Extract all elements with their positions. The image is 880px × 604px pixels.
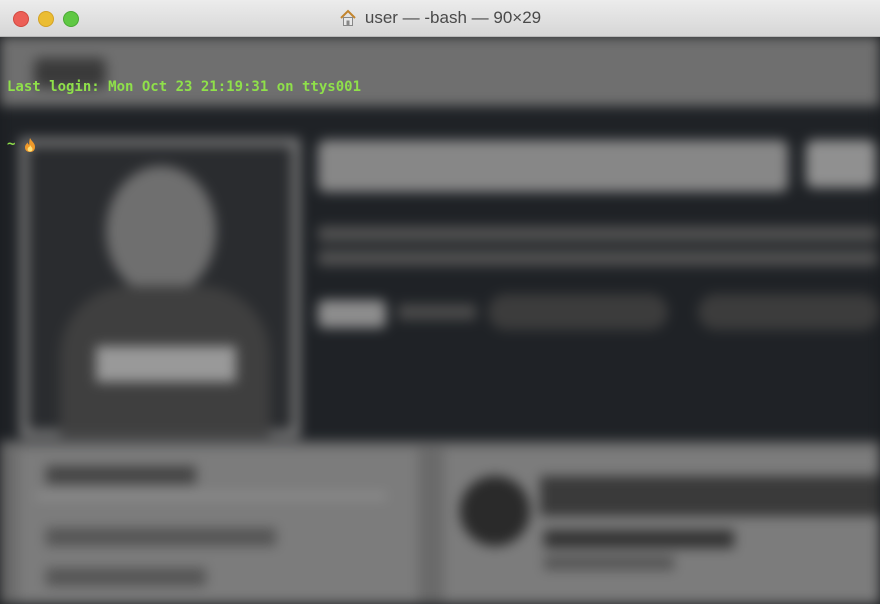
window-title-text: user — -bash — 90×29	[364, 8, 542, 27]
flame-icon	[25, 137, 36, 152]
terminal-window: user — -bash — 90×29 Last login: Mon Oct…	[0, 0, 880, 604]
prompt-line[interactable]: ~	[7, 135, 361, 154]
home-icon	[340, 9, 356, 26]
window-title: user — -bash — 90×29	[0, 0, 880, 36]
terminal-output[interactable]: Last login: Mon Oct 23 21:19:31 on ttys0…	[7, 40, 361, 192]
prompt-symbol: ~	[7, 136, 16, 152]
last-login-line: Last login: Mon Oct 23 21:19:31 on ttys0…	[7, 79, 362, 95]
title-bar[interactable]: user — -bash — 90×29	[0, 0, 880, 37]
